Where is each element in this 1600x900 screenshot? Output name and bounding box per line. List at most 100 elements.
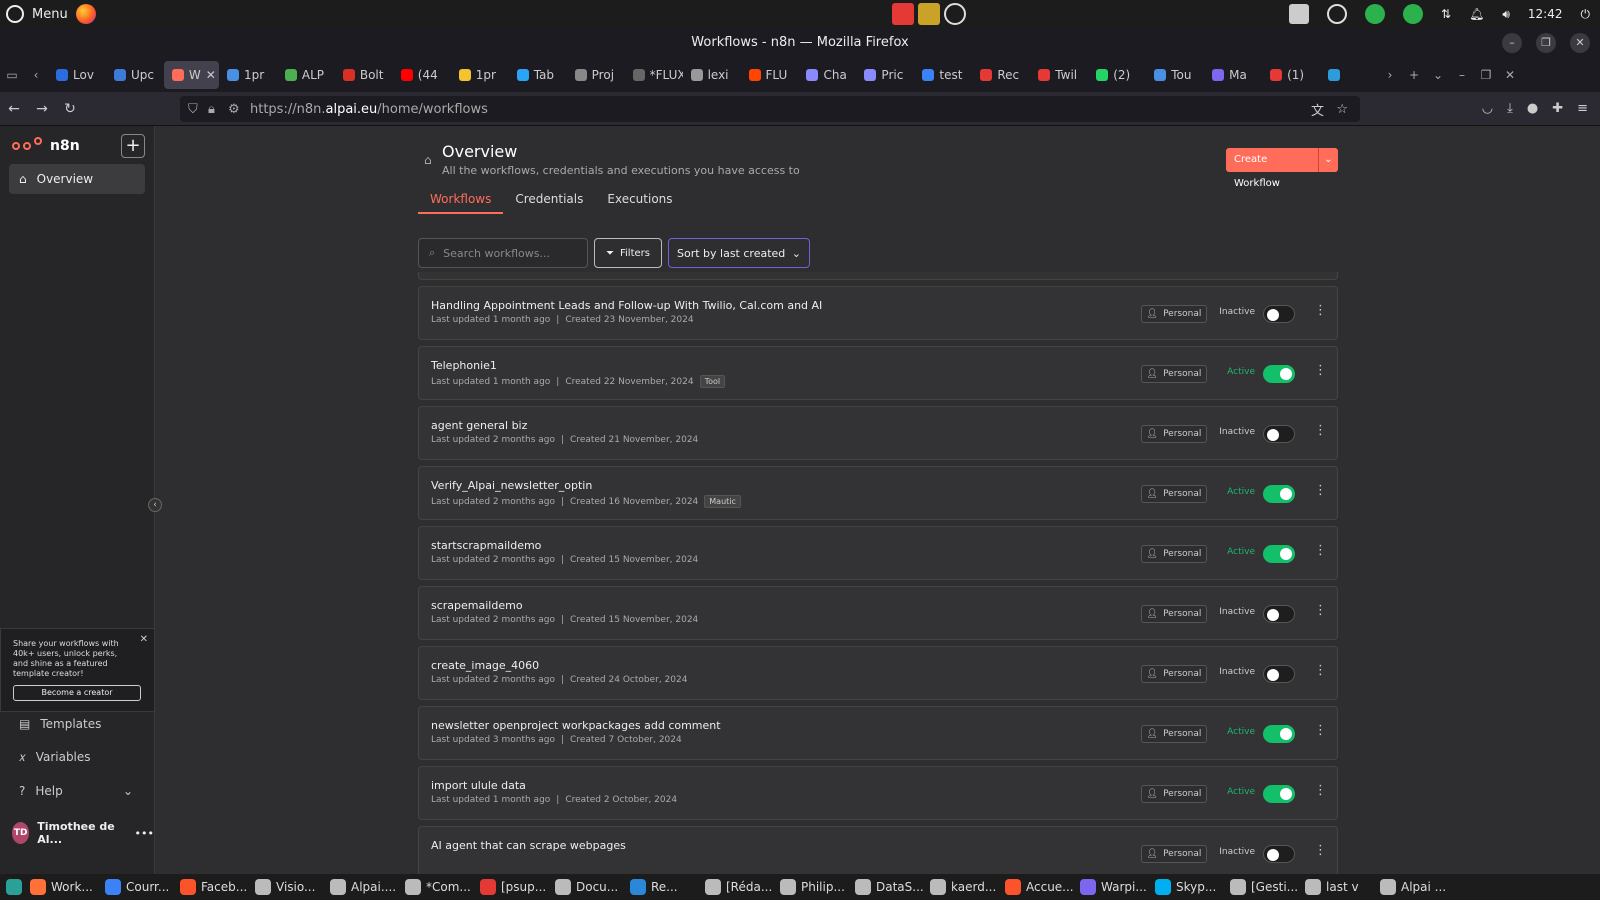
taskbar-item[interactable]: Alpai ... — [1374, 874, 1449, 900]
tab-scroll-left-icon[interactable]: ‹ — [24, 68, 48, 82]
more-vertical-icon[interactable]: ⋮ — [1314, 604, 1327, 618]
check-icon[interactable] — [1403, 4, 1424, 24]
inner-minimize-icon[interactable]: – — [1450, 68, 1474, 82]
workflow-name[interactable]: agent general biz — [431, 419, 527, 432]
more-options-icon[interactable]: ••• — [135, 827, 154, 840]
active-toggle[interactable] — [1263, 785, 1295, 803]
browser-tab[interactable]: Cha — [798, 61, 856, 89]
reload-icon[interactable]: ↻ — [56, 101, 84, 117]
back-arrow-icon[interactable]: ← — [0, 101, 28, 117]
translate-icon[interactable]: 文 — [1311, 100, 1324, 119]
become-creator-button[interactable]: Become a creator — [13, 685, 141, 701]
more-vertical-icon[interactable]: ⋮ — [1314, 544, 1327, 558]
browser-tab[interactable]: 1pr — [451, 61, 509, 89]
workflow-row[interactable]: agent general biz Last updated 2 months a… — [418, 406, 1338, 460]
active-toggle[interactable] — [1263, 665, 1295, 683]
browser-tab[interactable]: lexi — [683, 61, 741, 89]
close-icon[interactable]: ✕ — [1570, 33, 1590, 53]
user-menu[interactable]: TD Timothee de Al... ••• — [12, 820, 154, 846]
inner-restore-icon[interactable]: ❐ — [1474, 68, 1498, 82]
clock[interactable]: 12:42 — [1528, 7, 1563, 21]
active-toggle[interactable] — [1263, 425, 1295, 443]
taskbar-item[interactable]: Work... — [24, 874, 99, 900]
workflow-name[interactable]: create_image_4060 — [431, 659, 539, 672]
active-toggle[interactable] — [1263, 605, 1295, 623]
network-graph-icon[interactable] — [944, 3, 966, 25]
volume-icon[interactable]: 🔊︎ — [1502, 7, 1510, 22]
taskbar-item[interactable]: Warpi... — [1074, 874, 1149, 900]
workflow-row[interactable]: startscrapmaildemo Last updated 2 months … — [418, 526, 1338, 580]
browser-tab[interactable]: Proj — [567, 61, 625, 89]
sidebar-item-variables[interactable]: 𝑥 Variables — [9, 742, 145, 772]
browser-tab[interactable]: test — [914, 61, 972, 89]
tray-vpn-icon[interactable]: ⇅ — [1441, 7, 1451, 21]
shield-icon[interactable]: ⛉ — [188, 102, 198, 117]
hamburger-menu-icon[interactable]: ≡ — [1577, 101, 1588, 116]
browser-tab[interactable]: *FLUX — [625, 61, 683, 89]
power-icon[interactable]: ⏻ — [1581, 7, 1591, 22]
tab-executions[interactable]: Executions — [595, 192, 684, 214]
browser-tab[interactable]: 1pr — [219, 61, 277, 89]
taskbar-item[interactable]: [psup... — [474, 874, 549, 900]
system-menu-button[interactable]: Menu — [0, 4, 96, 24]
browser-tab[interactable]: (44 — [393, 61, 451, 89]
taskbar-item[interactable]: Philip... — [774, 874, 849, 900]
lock-icon[interactable]: 🔒︎ — [208, 102, 215, 117]
bookmark-star-icon[interactable]: ☆ — [1336, 102, 1348, 117]
active-toggle[interactable] — [1263, 485, 1295, 503]
more-vertical-icon[interactable]: ⋮ — [1314, 844, 1327, 858]
workflow-name[interactable]: AI agent that can scrape webpages — [431, 839, 626, 852]
browser-tab[interactable]: FLU — [741, 61, 799, 89]
filters-button[interactable]: ⏷ Filters — [594, 238, 662, 268]
active-toggle[interactable] — [1263, 365, 1295, 383]
workflow-name[interactable]: Telephonie1 — [431, 359, 497, 372]
pocket-icon[interactable]: ◡ — [1482, 101, 1493, 116]
sidebar-item-help[interactable]: ? Help ⌄ — [9, 776, 145, 806]
more-vertical-icon[interactable]: ⋮ — [1314, 304, 1327, 318]
workflow-name[interactable]: Handling Appointment Leads and Follow-up… — [431, 299, 822, 312]
workflow-name[interactable]: scrapemaildemo — [431, 599, 523, 612]
browser-tab[interactable]: Ma — [1204, 61, 1262, 89]
more-vertical-icon[interactable]: ⋮ — [1314, 784, 1327, 798]
xbox-icon[interactable] — [1327, 4, 1348, 24]
more-vertical-icon[interactable]: ⋮ — [1314, 664, 1327, 678]
taskbar-item[interactable]: Faceb... — [174, 874, 249, 900]
browser-tab[interactable]: Tab — [509, 61, 567, 89]
taskbar-item[interactable]: Accue... — [999, 874, 1074, 900]
workflow-row[interactable]: AI agent that can scrape webpages 👤︎ Perso… — [418, 826, 1338, 874]
tab-workflows[interactable]: Workflows — [418, 192, 504, 214]
taskbar-item[interactable]: kaerd... — [924, 874, 999, 900]
browser-tab[interactable]: Lov — [48, 61, 106, 89]
sync-ok-icon[interactable] — [1365, 4, 1386, 24]
create-workflow-button[interactable]: Create Workflow — [1226, 148, 1318, 189]
create-dropdown-chevron-icon[interactable]: ⌄ — [1317, 148, 1338, 172]
notification-bell-icon[interactable]: 🔔︎ — [1469, 7, 1484, 21]
maximize-icon[interactable]: ❐ — [1536, 33, 1556, 53]
more-vertical-icon[interactable]: ⋮ — [1314, 724, 1327, 738]
workflow-row[interactable]: create_image_4060 Last updated 2 months a… — [418, 646, 1338, 700]
active-toggle[interactable] — [1263, 545, 1295, 563]
taskbar-item[interactable]: DataS... — [849, 874, 924, 900]
taskbar-item[interactable]: *Com... — [399, 874, 474, 900]
more-vertical-icon[interactable]: ⋮ — [1314, 484, 1327, 498]
browser-tab[interactable]: (2) — [1088, 61, 1146, 89]
extensions-icon[interactable]: ✚ — [1552, 101, 1563, 116]
taskbar-item[interactable]: Docu... — [549, 874, 624, 900]
workflow-name[interactable]: import ulule data — [431, 779, 526, 792]
close-icon[interactable]: ✕ — [140, 635, 148, 645]
browser-tab[interactable]: Rec — [972, 61, 1030, 89]
n8n-logo[interactable]: n8n — [12, 137, 80, 154]
browser-tab[interactable]: Pric — [856, 61, 914, 89]
browser-tab[interactable]: W ✕ — [163, 61, 219, 89]
inner-close-icon[interactable]: ✕ — [1498, 68, 1522, 82]
new-tab-button[interactable]: + — [1402, 68, 1426, 82]
minimize-icon[interactable]: – — [1502, 33, 1522, 53]
workflow-row[interactable]: Handling Appointment Leads and Follow-up… — [418, 286, 1338, 340]
sidebar-item-overview[interactable]: ⌂ Overview — [9, 164, 145, 194]
workflow-name[interactable]: Verify_Alpai_newsletter_optin — [431, 479, 592, 492]
browser-tab[interactable]: ALP — [277, 61, 335, 89]
workflow-tag[interactable]: Mautic — [704, 495, 741, 508]
taskbar-item[interactable]: Re... — [624, 874, 699, 900]
forward-arrow-icon[interactable]: → — [28, 101, 56, 117]
browser-tab[interactable]: Twil — [1030, 61, 1088, 89]
